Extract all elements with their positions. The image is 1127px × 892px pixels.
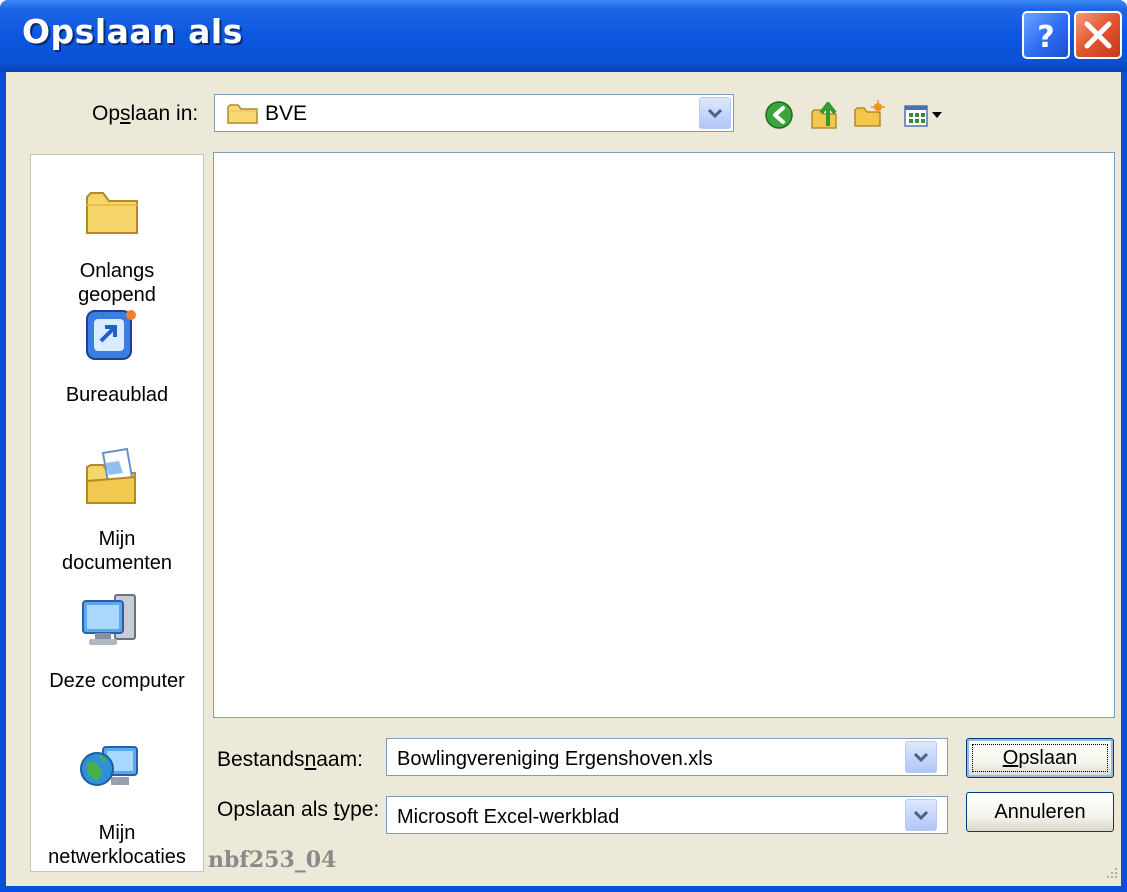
- place-label-line2: netwerklocaties: [48, 846, 186, 868]
- save-as-dialog: Opslaan als ? Opslaan in: BVE Onlangs ge…: [0, 0, 1127, 892]
- place-label: Bureaublad: [65, 384, 169, 406]
- filetype-label: Opslaan als type:: [217, 798, 380, 821]
- place-label: Mijn: [98, 822, 136, 844]
- lookin-dropdown-button[interactable]: [699, 97, 731, 129]
- chevron-down-icon: [913, 752, 929, 763]
- filename-value: Bowlingvereniging Ergenshoven.xls: [397, 748, 713, 770]
- back-icon[interactable]: [762, 98, 796, 132]
- lookin-label: Opslaan in:: [92, 102, 199, 125]
- chevron-down-icon: [913, 810, 929, 821]
- places-bar: Onlangs geopend Bureaublad Mijn document…: [30, 154, 204, 872]
- dialog-body: Opslaan in: BVE Onlangs geopend Bureaubl…: [6, 72, 1121, 886]
- close-icon: [1084, 21, 1112, 49]
- views-menu-icon[interactable]: [902, 98, 946, 132]
- filename-dropdown-button[interactable]: [905, 741, 937, 773]
- desktop-icon: [86, 310, 136, 360]
- help-glyph: ?: [1037, 20, 1054, 55]
- cancel-button[interactable]: Annuleren: [966, 792, 1114, 832]
- filetype-dropdown-button[interactable]: [905, 799, 937, 831]
- recent-folder-icon: [86, 192, 138, 234]
- folder-icon: [227, 104, 258, 124]
- file-list[interactable]: [213, 152, 1115, 718]
- resize-grip-icon[interactable]: [1101, 864, 1119, 882]
- place-label: Onlangs: [79, 260, 155, 282]
- filetype-value: Microsoft Excel-werkblad: [397, 806, 620, 828]
- new-folder-icon[interactable]: [852, 98, 886, 132]
- dialog-title: Opslaan als: [22, 12, 243, 51]
- place-label: Deze computer: [49, 670, 185, 692]
- my-computer-icon: [82, 594, 136, 645]
- help-icon: ?: [1037, 20, 1054, 55]
- lookin-dropdown[interactable]: BVE: [214, 94, 734, 132]
- footer-tag: nbf253_04: [208, 847, 337, 873]
- lookin-value: BVE: [265, 102, 308, 125]
- save-button[interactable]: Opslaan: [966, 738, 1114, 778]
- close-button[interactable]: [1074, 11, 1122, 59]
- filetype-select[interactable]: Microsoft Excel-werkblad: [386, 796, 948, 834]
- network-icon: [80, 746, 138, 786]
- my-documents-icon: [86, 447, 136, 504]
- help-button[interactable]: ?: [1022, 11, 1070, 59]
- filename-label: Bestandsnaam:: [217, 748, 363, 771]
- place-label: Mijn: [98, 528, 136, 550]
- title-bar[interactable]: Opslaan als ?: [0, 0, 1127, 72]
- place-label-line2: documenten: [61, 552, 173, 574]
- up-one-level-icon[interactable]: [808, 98, 842, 132]
- focus-rect: [972, 744, 1108, 772]
- filename-input[interactable]: Bowlingvereniging Ergenshoven.xls: [386, 738, 948, 776]
- chevron-down-icon: [707, 108, 723, 119]
